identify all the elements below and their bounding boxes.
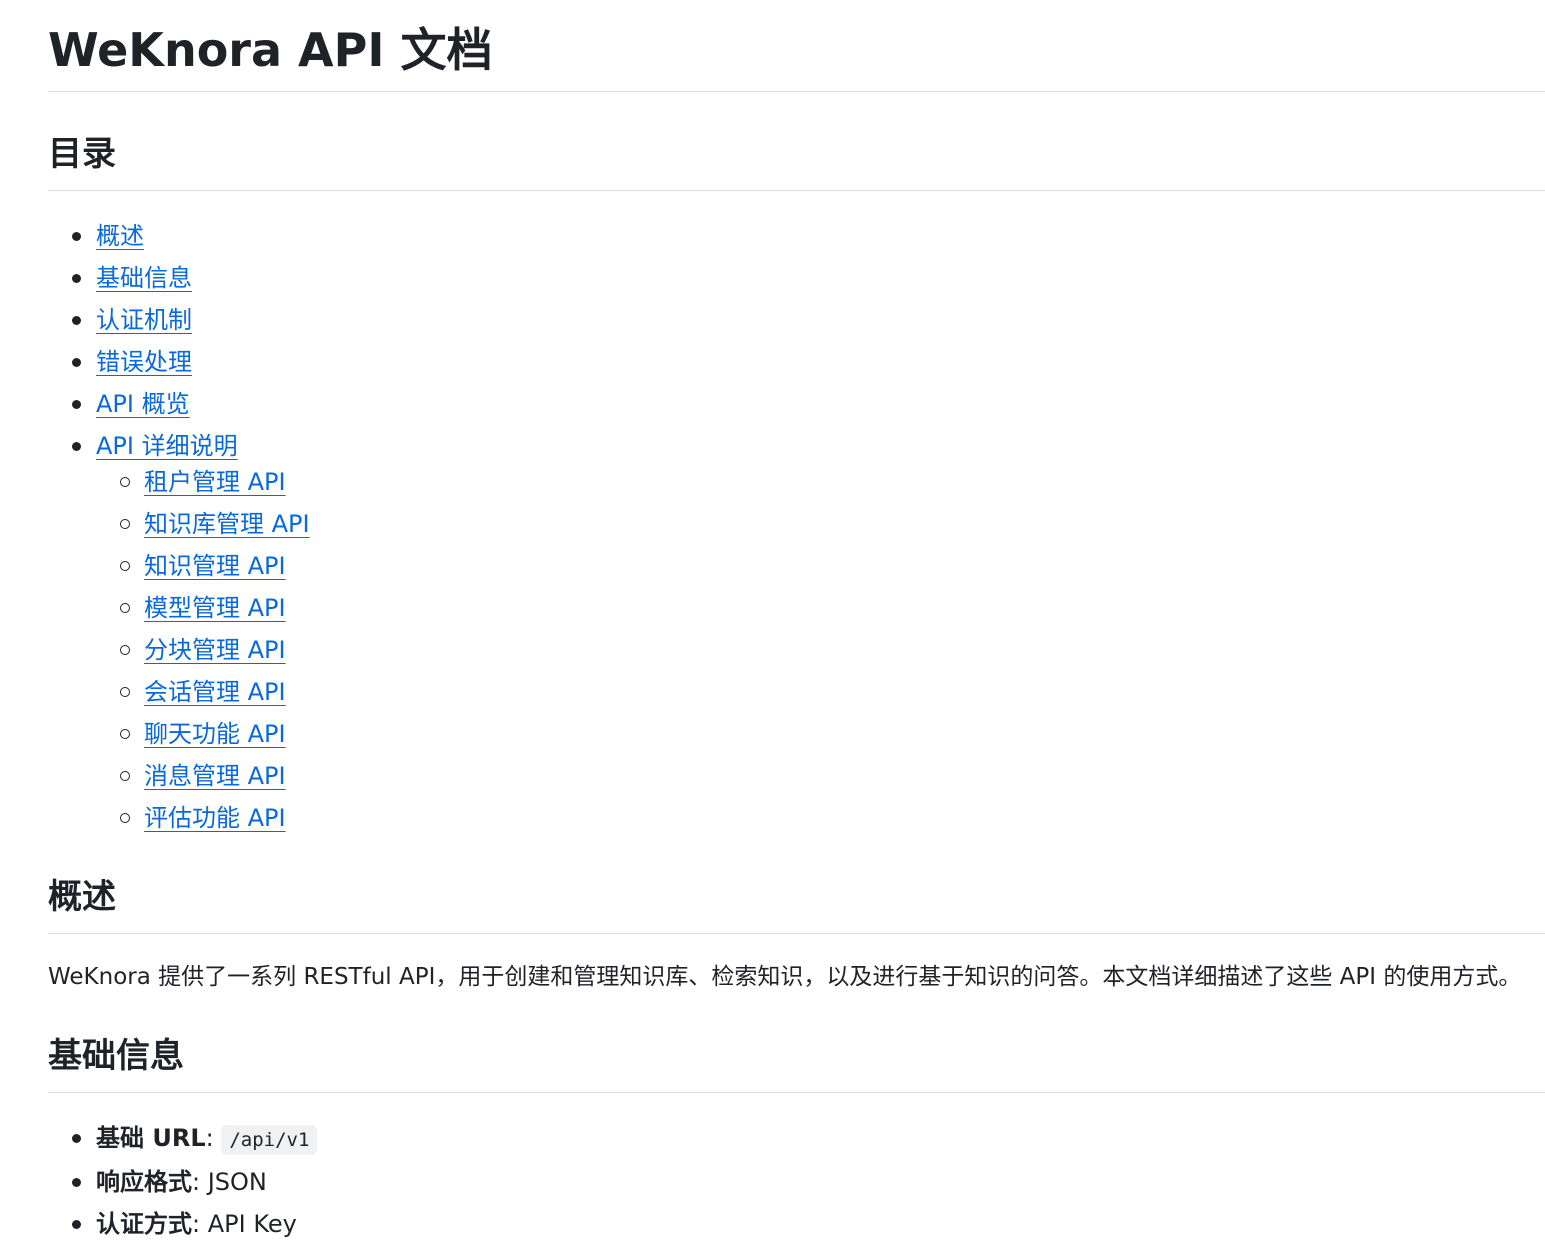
overview-heading: 概述 — [48, 873, 1545, 934]
basic-info-list: 基础 URL: /api/v1 响应格式: JSON 认证方式: API Key — [48, 1121, 1545, 1241]
toc-link-basic-info[interactable]: 基础信息 — [96, 264, 192, 292]
basic-info-heading: 基础信息 — [48, 1032, 1545, 1093]
toc-link-overview[interactable]: 概述 — [96, 222, 144, 250]
toc-heading: 目录 — [48, 130, 1545, 191]
toc-item: 概述 — [48, 219, 1545, 253]
toc-link-evaluation-api[interactable]: 评估功能 API — [144, 804, 286, 832]
toc-sub-list: 租户管理 API 知识库管理 API 知识管理 API 模型管理 API 分块管… — [96, 465, 1545, 835]
base-url-label: 基础 URL — [96, 1124, 206, 1152]
basic-info-item: 基础 URL: /api/v1 — [48, 1121, 1545, 1157]
response-format-separator: : — [192, 1168, 208, 1196]
toc-link-errors[interactable]: 错误处理 — [96, 348, 192, 376]
base-url-value: /api/v1 — [221, 1125, 318, 1155]
toc-sub-item: 聊天功能 API — [96, 717, 1545, 751]
toc-sub-item: 知识库管理 API — [96, 507, 1545, 541]
toc-sub-item: 租户管理 API — [96, 465, 1545, 499]
toc-item: 基础信息 — [48, 261, 1545, 295]
toc-link-session-api[interactable]: 会话管理 API — [144, 678, 286, 706]
overview-paragraph: WeKnora 提供了一系列 RESTful API，用于创建和管理知识库、检索… — [48, 964, 1522, 990]
toc-sub-item: 分块管理 API — [96, 633, 1545, 667]
toc-link-knowledge-base-api[interactable]: 知识库管理 API — [144, 510, 310, 538]
toc-sub-item: 消息管理 API — [96, 759, 1545, 793]
toc-link-api-details[interactable]: API 详细说明 — [96, 432, 238, 460]
toc-link-chunk-api[interactable]: 分块管理 API — [144, 636, 286, 664]
base-url-separator: : — [205, 1124, 222, 1152]
toc-sub-item: 知识管理 API — [96, 549, 1545, 583]
toc-item: API 概览 — [48, 387, 1545, 421]
toc-sub-item: 会话管理 API — [96, 675, 1545, 709]
toc-link-knowledge-api[interactable]: 知识管理 API — [144, 552, 286, 580]
toc-list: 概述 基础信息 认证机制 错误处理 API 概览 API 详细说明 租户管理 A… — [48, 219, 1545, 835]
basic-info-item: 响应格式: JSON — [48, 1165, 1545, 1199]
toc-link-message-api[interactable]: 消息管理 API — [144, 762, 286, 790]
toc-sub-item: 模型管理 API — [96, 591, 1545, 625]
response-format-value: JSON — [207, 1168, 267, 1196]
document-content: WeKnora API 文档 目录 概述 基础信息 认证机制 错误处理 API … — [48, 0, 1545, 1249]
toc-link-auth[interactable]: 认证机制 — [96, 306, 192, 334]
auth-method-label: 认证方式 — [96, 1210, 192, 1238]
document-page: WeKnora API 文档 目录 概述 基础信息 认证机制 错误处理 API … — [0, 0, 1545, 1238]
toc-link-chat-api[interactable]: 聊天功能 API — [144, 720, 286, 748]
page-title: WeKnora API 文档 — [48, 0, 1545, 92]
toc-link-model-api[interactable]: 模型管理 API — [144, 594, 286, 622]
toc-link-tenant-api[interactable]: 租户管理 API — [144, 468, 286, 496]
toc-item: 错误处理 — [48, 345, 1545, 379]
toc-item: 认证机制 — [48, 303, 1545, 337]
auth-method-separator: : — [192, 1210, 208, 1238]
basic-info-item: 认证方式: API Key — [48, 1207, 1545, 1241]
toc-sub-item: 评估功能 API — [96, 801, 1545, 835]
toc-link-api-overview[interactable]: API 概览 — [96, 390, 190, 418]
toc-item: API 详细说明 租户管理 API 知识库管理 API 知识管理 API 模型管… — [48, 429, 1545, 835]
response-format-label: 响应格式 — [96, 1168, 192, 1196]
auth-method-value: API Key — [207, 1210, 297, 1238]
